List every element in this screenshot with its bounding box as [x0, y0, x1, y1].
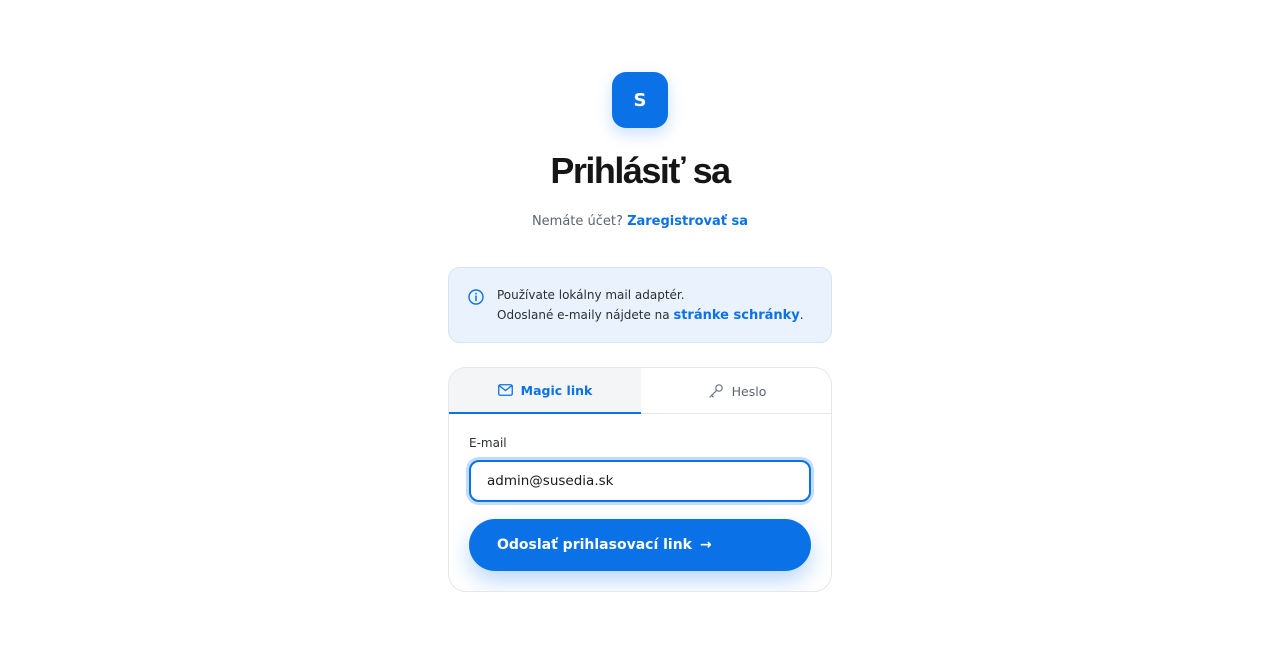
email-field[interactable]: [471, 462, 809, 500]
key-icon: [709, 384, 723, 398]
login-page: S Prihlásiť sa Nemáte účet? Zaregistrova…: [0, 0, 1280, 672]
info-line-2-prefix: Odoslané e-maily nájdete na: [497, 308, 670, 322]
tab-password[interactable]: Heslo: [641, 368, 831, 414]
email-field-wrapper: [469, 460, 811, 502]
send-login-link-button[interactable]: Odoslať prihlasovací link →: [469, 519, 811, 571]
info-text: Používate lokálny mail adaptér. Odoslané…: [497, 285, 804, 326]
arrow-right-icon: →: [700, 537, 712, 553]
login-method-tabs: Magic link Heslo: [449, 368, 831, 414]
login-card: Magic link Heslo E-mail Odoslať prihlaso…: [448, 367, 832, 592]
app-logo: S: [612, 72, 668, 128]
info-line-2: Odoslané e-maily nájdete na stránke schr…: [497, 305, 804, 326]
tab-password-label: Heslo: [731, 383, 767, 399]
info-banner: Používate lokálny mail adaptér. Odoslané…: [448, 267, 832, 343]
inbox-link[interactable]: stránke schránky: [673, 308, 799, 323]
email-label: E-mail: [469, 436, 507, 450]
info-circle-icon: [468, 289, 484, 305]
register-prompt: Nemáte účet? Zaregistrovať sa: [0, 214, 1280, 229]
register-link[interactable]: Zaregistrovať sa: [627, 214, 748, 229]
send-login-link-label: Odoslať prihlasovací link: [497, 537, 692, 553]
info-line-2-suffix: .: [799, 308, 804, 322]
mail-icon: [497, 384, 513, 396]
no-account-text: Nemáte účet?: [531, 214, 623, 229]
tab-magic-link-label: Magic link: [520, 382, 593, 398]
info-line-1: Používate lokálny mail adaptér.: [497, 288, 685, 302]
page-title: Prihlásiť sa: [550, 150, 731, 191]
tab-magic-link[interactable]: Magic link: [449, 368, 641, 414]
logo-letter: S: [633, 89, 647, 111]
